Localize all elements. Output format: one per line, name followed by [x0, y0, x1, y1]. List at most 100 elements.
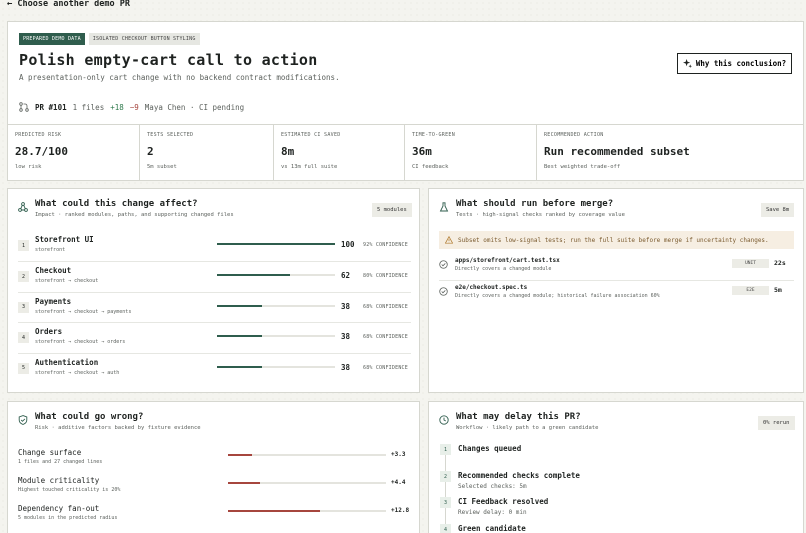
pr-files: 1 files: [72, 102, 105, 112]
rerun-chip: 0% rerun: [758, 416, 795, 430]
risk-factor-name: Module criticality: [18, 476, 100, 485]
metrics-strip: PREDICTED RISK 28.7/100 low risk TESTS S…: [8, 124, 803, 181]
test-name: e2e/checkout.spec.ts: [455, 284, 528, 291]
metric-risk: PREDICTED RISK 28.7/100 low risk: [8, 125, 140, 181]
module-row[interactable]: 3 Payments storefront → checkout → payment…: [18, 291, 411, 322]
clock-icon: [439, 415, 449, 425]
impact-bar-track: [217, 365, 335, 368]
test-row[interactable]: apps/storefront/cart.test.tsx Directly co…: [439, 254, 794, 278]
module-rank: 2: [18, 271, 29, 283]
save-time-chip: Save 8m: [761, 203, 795, 217]
risk-factor-detail: 1 files and 27 changed lines: [18, 459, 103, 465]
test-description: Directly covers a changed module; histor…: [455, 293, 660, 299]
step-connector: [445, 455, 446, 472]
pr-lines-added: +18: [110, 102, 124, 112]
back-link[interactable]: ← Choose another demo PR: [7, 0, 130, 9]
step-number: 4: [440, 524, 451, 533]
impact-score: 100: [341, 240, 355, 249]
impact-panel: What could this change affect? Impact · …: [7, 188, 420, 393]
pr-summary-card: PREPARED DEMO DATA ISOLATED CHECKOUT BUT…: [7, 21, 804, 181]
tests-panel: What should run before merge? Tests · hi…: [428, 188, 804, 393]
impact-score: 62: [341, 271, 351, 281]
metric-label: TESTS SELECTED: [147, 132, 194, 138]
module-rank: 1: [18, 240, 29, 251]
impact-bar-fill: [217, 304, 262, 307]
risk-factor-value: +4.4: [391, 479, 406, 486]
pr-meta: PR #101 1 files +18 −9 Maya Chen · CI pe…: [19, 102, 244, 112]
metric-value: 8m: [281, 145, 295, 158]
module-row[interactable]: 4 Orders storefront → checkout → orders 38 6…: [18, 322, 411, 352]
module-path: storefront → checkout → auth: [35, 369, 120, 376]
test-kind-badge: UNIT: [732, 259, 769, 268]
tests-header: What should run before merge? Tests · hi…: [439, 199, 625, 218]
why-conclusion-button[interactable]: Why this conclusion?: [677, 53, 792, 74]
module-rank: 3: [18, 301, 29, 313]
warning-icon: [445, 236, 453, 244]
network-icon: [18, 202, 28, 212]
impact-bar-fill: [217, 243, 335, 245]
impact-bar-track: [217, 243, 335, 245]
metric-recommended-action: RECOMMENDED ACTION Run recommended subse…: [537, 125, 803, 181]
test-row[interactable]: e2e/checkout.spec.ts Directly covers a ch…: [439, 280, 794, 304]
module-name: Authentication: [35, 357, 99, 367]
impact-header: What could this change affect? Impact · …: [18, 199, 234, 218]
step-number: 3: [440, 497, 451, 508]
badge-group: PREPARED DEMO DATA ISOLATED CHECKOUT BUT…: [19, 33, 200, 45]
module-path: storefront → checkout → payments: [35, 308, 132, 315]
metric-sub: 5m subset: [147, 164, 177, 170]
git-pull-request-icon: [19, 102, 29, 112]
metric-label: TIME-TO-GREEN: [412, 132, 456, 138]
test-duration: 22s: [774, 259, 786, 267]
delay-header: What may delay this PR? Workflow · likel…: [439, 412, 598, 431]
step-connector: [445, 508, 446, 525]
badge-isolated: ISOLATED CHECKOUT BUTTON STYLING: [88, 33, 200, 45]
risk-factor-name: Change surface: [18, 448, 82, 457]
risk-factor-detail: 5 modules in the predicted radius: [18, 515, 118, 521]
risk-title: What could go wrong?: [35, 412, 144, 422]
metric-value: 36m: [412, 145, 432, 158]
metric-time-to-green: TIME-TO-GREEN 36m CI feedback: [405, 125, 537, 181]
pr-number: PR #101: [35, 102, 67, 112]
module-row[interactable]: 1 Storefront UI storefront 100 92% CONFIDENC…: [18, 231, 411, 261]
metric-value: 28.7/100: [15, 145, 68, 158]
risk-factor-value: +3.3: [391, 451, 406, 458]
test-kind-badge: E2E: [732, 286, 769, 295]
module-row[interactable]: 2 Checkout storefront → checkout 62 80% CONF…: [18, 261, 411, 291]
metric-value: Run recommended subset: [544, 145, 690, 158]
metric-sub: low risk: [15, 164, 42, 170]
step-title: Changes queued: [458, 444, 522, 453]
metric-sub: CI feedback: [412, 164, 449, 170]
module-name: Payments: [35, 296, 72, 306]
module-name: Checkout: [35, 266, 72, 276]
impact-bar-fill: [217, 365, 262, 368]
check-circle-icon: [439, 287, 448, 296]
risk-factor-row: Change surface 1 files and 27 changed lin…: [18, 448, 411, 475]
test-duration: 5m: [774, 286, 782, 294]
risk-factor-value: +12.8: [391, 507, 410, 514]
pr-lines-removed: −9: [129, 102, 139, 112]
subset-warning: Subset omits low-signal tests; run the f…: [439, 231, 794, 249]
metric-label: ESTIMATED CI SAVED: [281, 132, 341, 138]
impact-bar-track: [217, 335, 335, 338]
impact-confidence: 68% CONFIDENCE: [363, 334, 408, 341]
risk-header: What could go wrong? Risk · additive fac…: [18, 412, 201, 431]
metric-ci-saved: ESTIMATED CI SAVED 8m vs 13m full suite: [274, 125, 405, 181]
arrow-left-icon: ←: [7, 0, 13, 9]
test-name: apps/storefront/cart.test.tsx: [455, 257, 560, 264]
flask-icon: [439, 202, 449, 212]
module-path: storefront → checkout: [35, 278, 99, 285]
risk-factor-name: Dependency fan-out: [18, 504, 100, 513]
impact-confidence: 92% CONFIDENCE: [363, 242, 408, 248]
step-subtitle: Review delay: 0 min: [458, 509, 527, 516]
module-row[interactable]: 5 Authentication storefront → checkout → a…: [18, 352, 411, 383]
risk-panel: What could go wrong? Risk · additive fac…: [7, 401, 420, 533]
metric-sub: vs 13m full suite: [281, 164, 338, 170]
metric-label: PREDICTED RISK: [15, 132, 62, 138]
tests-title: What should run before merge?: [456, 199, 614, 209]
sparkle-icon: [682, 59, 692, 68]
impact-confidence: 68% CONFIDENCE: [363, 303, 408, 310]
impact-score: 38: [341, 301, 351, 311]
module-name: Orders: [35, 327, 63, 337]
step-number: 1: [440, 444, 451, 455]
risk-factor-row: Dependency fan-out 5 modules in the predi…: [18, 504, 411, 531]
